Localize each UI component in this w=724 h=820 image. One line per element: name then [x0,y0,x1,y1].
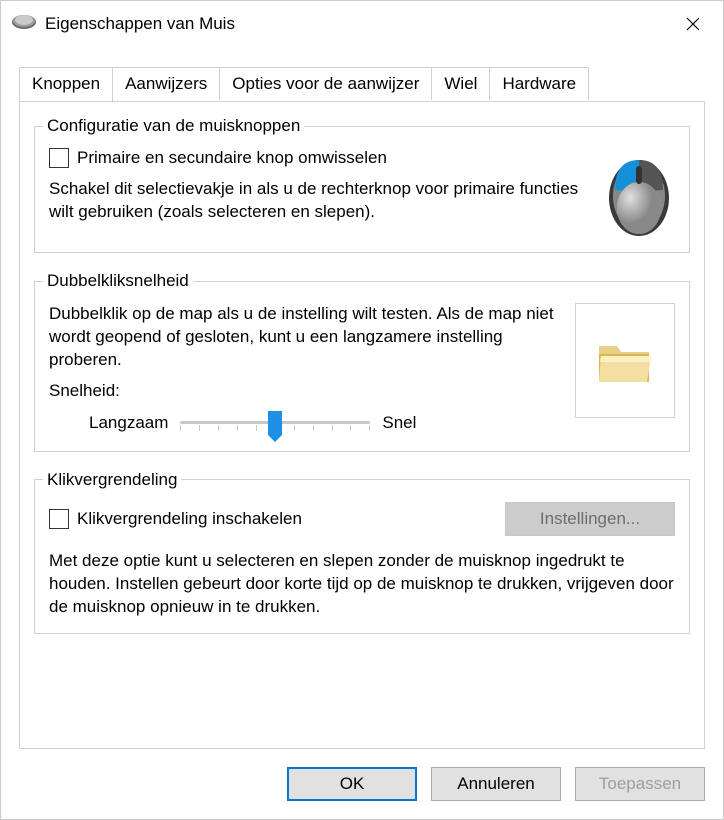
close-button[interactable] [673,9,713,39]
clicklock-settings-button: Instellingen... [505,502,675,536]
tab-panel-knoppen: Configuratie van de muisknoppen Primaire… [19,101,705,749]
slider-thumb[interactable] [268,411,282,435]
clicklock-label: Klikvergrendeling inschakelen [77,509,302,529]
ok-button[interactable]: OK [287,767,417,801]
doubleclick-description: Dubbelklik op de map als u de instelling… [49,303,555,372]
cancel-button[interactable]: Annuleren [431,767,561,801]
tab-hardware[interactable]: Hardware [489,67,589,100]
tab-knoppen[interactable]: Knoppen [19,67,113,101]
dialog-button-bar: OK Annuleren Toepassen [1,767,723,819]
close-icon [686,17,700,31]
tab-aanwijzers[interactable]: Aanwijzers [112,67,220,100]
group-button-config-legend: Configuratie van de muisknoppen [43,116,304,136]
swap-buttons-description: Schakel dit selectievakje in als u de re… [49,178,583,224]
mouse-icon [11,13,37,35]
mouse-properties-dialog: Eigenschappen van Muis Knoppen Aanwijzer… [0,0,724,820]
group-button-config: Configuratie van de muisknoppen Primaire… [34,116,690,253]
doubleclick-test-area[interactable] [575,303,675,418]
swap-buttons-label: Primaire en secundaire knop omwisselen [77,148,387,168]
mouse-illustration [603,148,675,238]
group-doubleclick-speed: Dubbelkliksnelheid Dubbelklik op de map … [34,271,690,452]
doubleclick-speed-slider[interactable] [180,409,370,437]
titlebar: Eigenschappen van Muis [1,1,723,45]
slow-label: Langzaam [89,413,168,433]
swap-buttons-checkbox[interactable] [49,148,69,168]
group-clicklock: Klikvergrendeling Klikvergrendeling insc… [34,470,690,634]
folder-icon [595,336,655,386]
tab-strip: Knoppen Aanwijzers Opties voor de aanwij… [1,67,723,101]
group-doubleclick-legend: Dubbelkliksnelheid [43,271,193,291]
speed-label: Snelheid: [49,380,555,403]
tab-wiel[interactable]: Wiel [431,67,490,100]
clicklock-checkbox[interactable] [49,509,69,529]
fast-label: Snel [382,413,416,433]
window-title: Eigenschappen van Muis [45,14,673,34]
group-clicklock-legend: Klikvergrendeling [43,470,181,490]
tab-opties-aanwijzer[interactable]: Opties voor de aanwijzer [219,67,432,100]
apply-button: Toepassen [575,767,705,801]
clicklock-description: Met deze optie kunt u selecteren en slep… [49,550,675,619]
